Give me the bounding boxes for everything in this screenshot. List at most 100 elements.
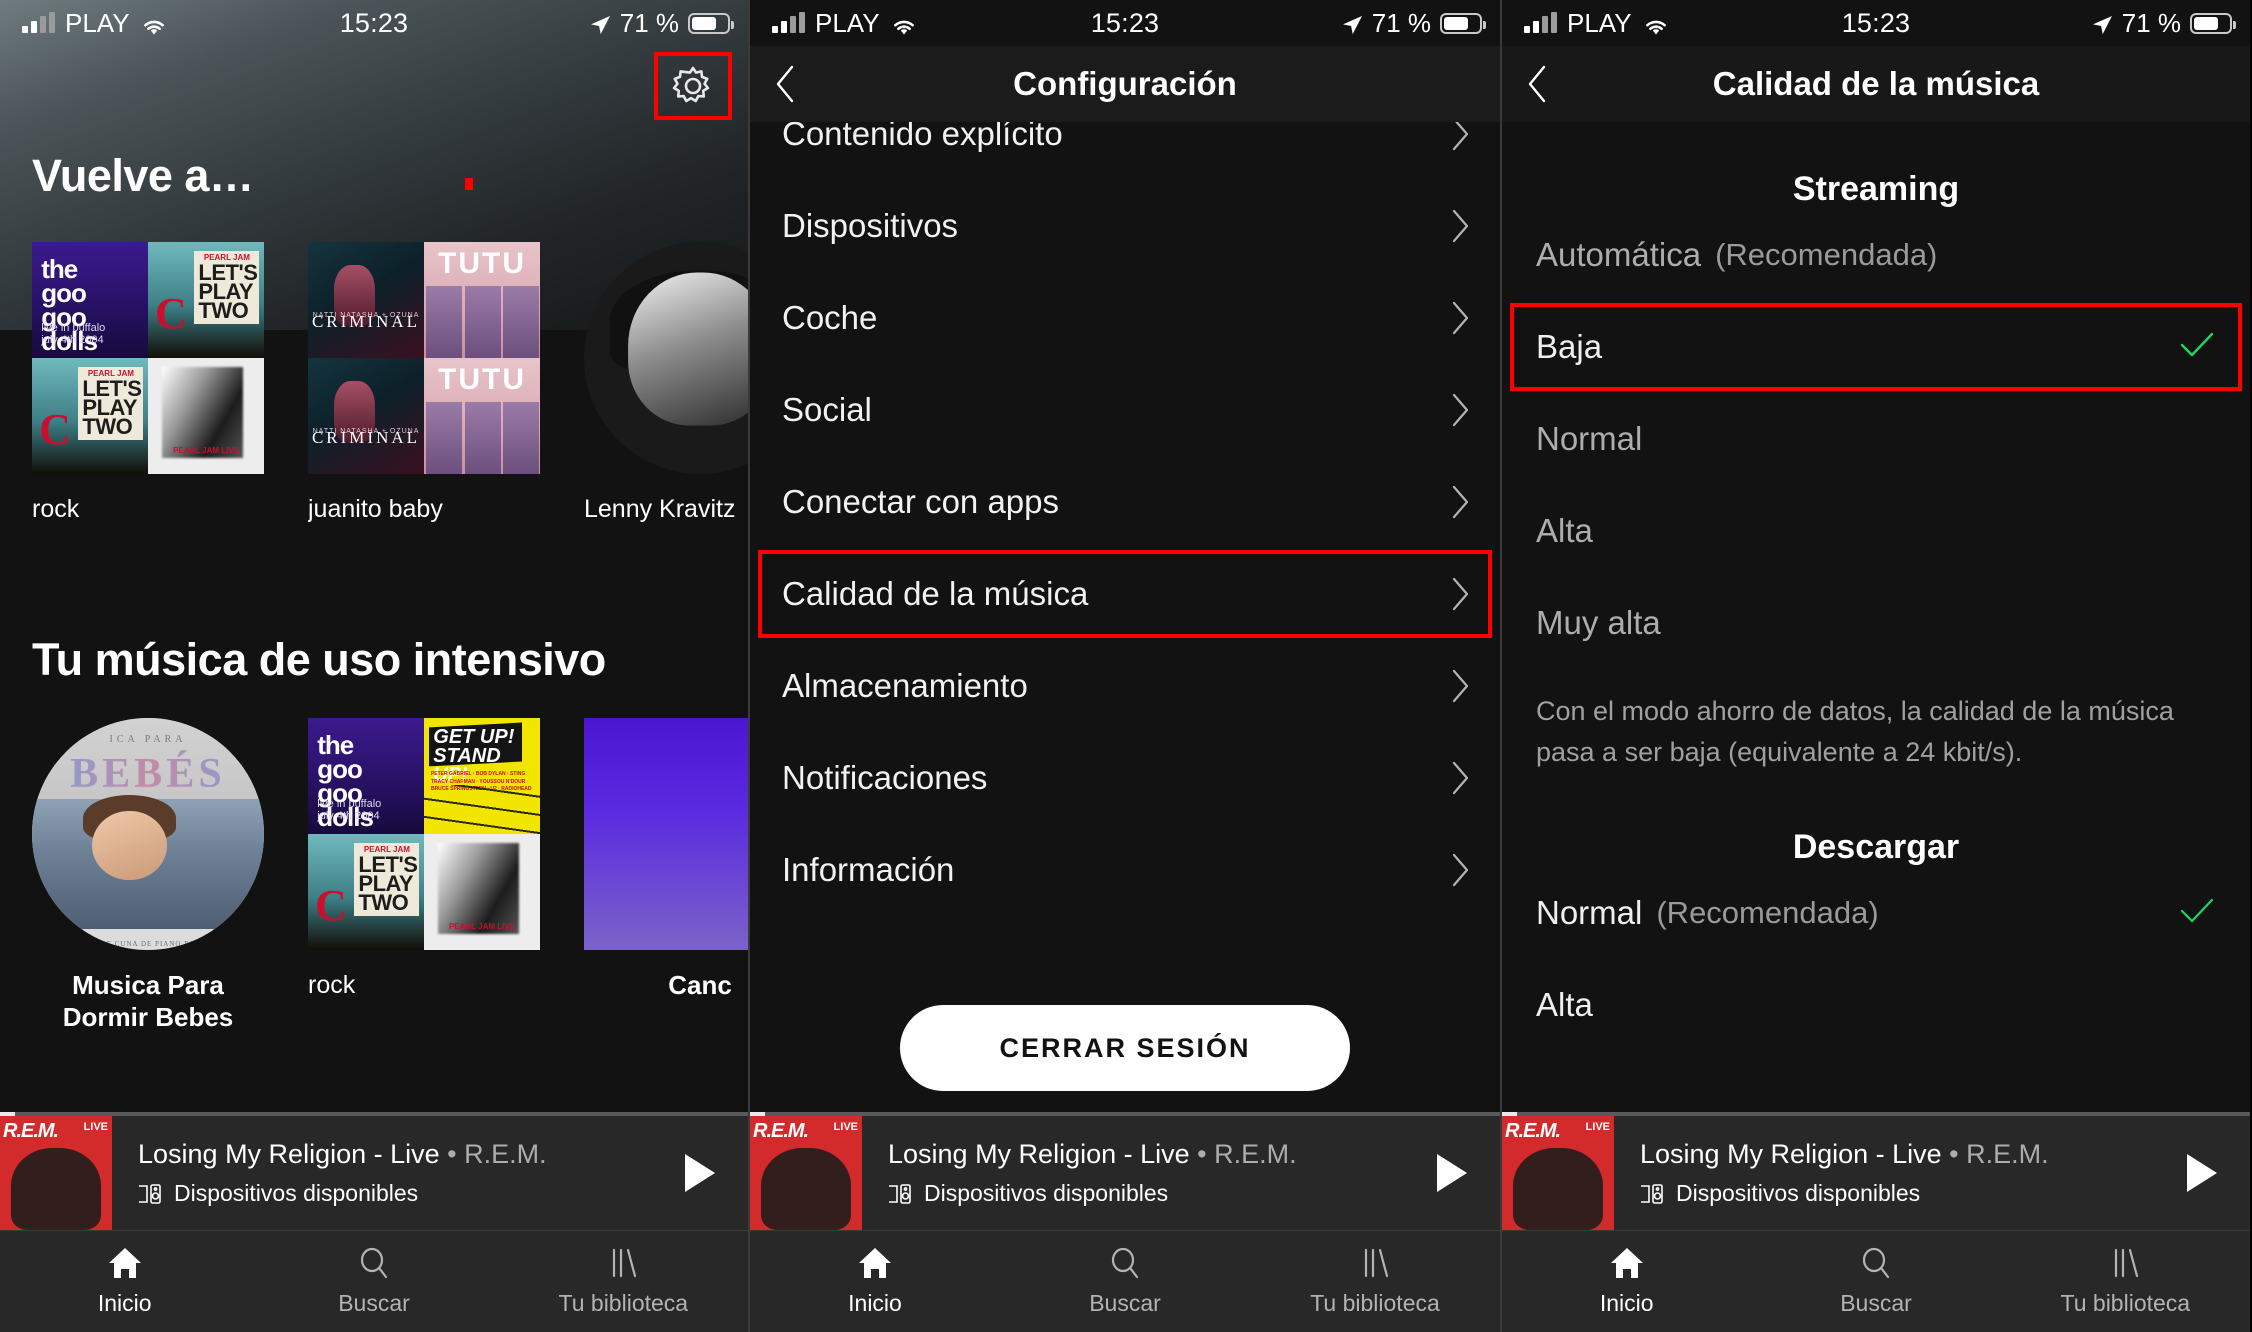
settings-item-label: Coche <box>782 299 878 336</box>
tab-label: Tu biblioteca <box>558 1290 689 1316</box>
gear-icon[interactable] <box>671 64 715 108</box>
now-playing-text: Losing My Religion - Live • R.E.M. Dispo… <box>1614 1139 2154 1207</box>
highlight-box-baja <box>1510 303 2242 391</box>
card-rock[interactable]: the goo goo dolls live in buffalo july 4th 20… <box>32 242 264 525</box>
card-juanito-baby[interactable]: NATTI NATASHA + OZUNA CRIMINAL TUTU NATTI… <box>308 242 540 525</box>
settings-item-almacenamiento[interactable]: Almacenamiento <box>750 640 1500 732</box>
back-button[interactable] <box>750 64 820 104</box>
track-separator: • <box>439 1139 465 1169</box>
playback-progress[interactable] <box>750 1112 1500 1116</box>
devices-available-row[interactable]: Dispositivos disponibles <box>1640 1180 2154 1207</box>
chevron-right-icon <box>1452 485 1469 519</box>
tab-label: Buscar <box>338 1290 410 1316</box>
option-automatica[interactable]: Automática (Recomendada) <box>1502 209 2250 301</box>
location-arrow-icon <box>589 12 611 35</box>
battery-icon <box>688 12 734 34</box>
now-playing-text: Losing My Religion - Live • R.E.M. Dispo… <box>112 1139 652 1207</box>
track-artist: R.E.M. <box>1214 1139 1297 1169</box>
playback-progress[interactable] <box>1502 1112 2250 1116</box>
status-right: 71 % <box>2091 8 2250 39</box>
now-playing-artwork: R.E.M. LIVE <box>750 1116 862 1230</box>
option-baja[interactable]: Baja <box>1502 301 2250 393</box>
library-icon <box>2115 1248 2139 1278</box>
option-normal-streaming[interactable]: Normal <box>1502 393 2250 485</box>
play-button[interactable] <box>652 1154 748 1192</box>
track-title: Losing My Religion - Live <box>1640 1139 1942 1169</box>
settings-item-label: Almacenamiento <box>782 667 1028 704</box>
chevron-right-icon <box>1452 301 1469 335</box>
card-canciones[interactable]: Canc <box>584 718 748 1033</box>
settings-item-informacion[interactable]: Información <box>750 824 1500 916</box>
tab-tu-biblioteca[interactable]: Tu biblioteca <box>499 1231 748 1332</box>
battery-icon <box>2190 12 2236 34</box>
track-artist: R.E.M. <box>1966 1139 2049 1169</box>
track-title: Losing My Religion - Live <box>138 1139 440 1169</box>
devices-available-label: Dispositivos disponibles <box>924 1180 1169 1206</box>
page-title: Calidad de la música <box>1712 65 2040 102</box>
devices-available-label: Dispositivos disponibles <box>174 1180 419 1206</box>
card-row-uso-intensivo: ICA PARA BEBÉS NES DE CUNA DE PIANO PARA … <box>0 718 748 1033</box>
bottom-tab-bar: Inicio Buscar Tu biblioteca <box>750 1230 1500 1332</box>
chevron-right-icon <box>1452 393 1469 427</box>
panel-settings: PLAY 15:23 71 % Configuración Contenido … <box>748 0 1500 1332</box>
option-alta-download[interactable]: Alta <box>1502 959 2250 1051</box>
settings-item-coche[interactable]: Coche <box>750 272 1500 364</box>
track-artist: R.E.M. <box>464 1139 547 1169</box>
option-muy-alta[interactable]: Muy alta <box>1502 577 2250 669</box>
option-label: Normal <box>1536 894 1643 931</box>
chevron-left-icon <box>776 65 794 103</box>
now-playing-artwork: R.E.M. LIVE <box>0 1116 112 1230</box>
option-label: Normal <box>1536 420 1643 457</box>
section-heading-descargar: Descargar <box>1792 828 1960 866</box>
play-button[interactable] <box>1404 1154 1500 1192</box>
chevron-right-icon <box>1452 209 1469 243</box>
settings-item-notificaciones[interactable]: Notificaciones <box>750 732 1500 824</box>
tab-tu-biblioteca[interactable]: Tu biblioteca <box>2001 1231 2250 1332</box>
settings-item-calidad-de-la-musica[interactable]: Calidad de la música <box>750 548 1500 640</box>
settings-gear-highlight[interactable] <box>654 52 732 120</box>
tab-buscar[interactable]: Buscar <box>249 1231 498 1332</box>
track-title: Losing My Religion - Live <box>888 1139 1190 1169</box>
connect-device-icon <box>1641 1183 1663 1204</box>
devices-available-row[interactable]: Dispositivos disponibles <box>138 1180 652 1207</box>
tab-tu-biblioteca[interactable]: Tu biblioteca <box>1250 1231 1500 1332</box>
tab-buscar[interactable]: Buscar <box>1751 1231 2000 1332</box>
status-bar: PLAY 15:23 71 % <box>750 0 1500 46</box>
card-lenny-kravitz[interactable]: Lenny Kravitz <box>584 242 748 525</box>
back-button[interactable] <box>1502 64 1572 104</box>
tab-inicio[interactable]: Inicio <box>750 1231 1000 1332</box>
settings-item-social[interactable]: Social <box>750 364 1500 456</box>
logout-button[interactable]: CERRAR SESIÓN <box>900 1005 1350 1091</box>
panel-home: Vuelve a… the goo goo dolls live in buffalo j… <box>0 0 748 1332</box>
tab-inicio[interactable]: Inicio <box>0 1231 249 1332</box>
devices-available-label: Dispositivos disponibles <box>1676 1180 1921 1206</box>
now-playing-bar[interactable]: R.E.M. LIVE Losing My Religion - Live • … <box>0 1112 748 1230</box>
now-playing-title-line: Losing My Religion - Live • R.E.M. <box>888 1139 1404 1170</box>
playback-progress[interactable] <box>0 1112 748 1116</box>
option-alta-streaming[interactable]: Alta <box>1502 485 2250 577</box>
tab-buscar[interactable]: Buscar <box>1000 1231 1250 1332</box>
option-normal-download[interactable]: Normal (Recomendada) <box>1502 867 2250 959</box>
status-bar: PLAY 15:23 71 % <box>0 0 748 46</box>
now-playing-bar[interactable]: R.E.M. LIVE Losing My Religion - Live • … <box>750 1112 1500 1230</box>
settings-item-conectar-con-apps[interactable]: Conectar con apps <box>750 456 1500 548</box>
card-rock-2[interactable]: the goo goo dolls live in buffalo july 4th 20… <box>308 718 540 1033</box>
album-art-rock-2: the goo goo dolls live in buffalo july 4th 20… <box>308 718 540 950</box>
card-label: juanito baby <box>308 495 443 523</box>
artwork-title: R.E.M. <box>3 1120 59 1142</box>
now-playing-bar[interactable]: R.E.M. LIVE Losing My Religion - Live • … <box>1502 1112 2250 1230</box>
artwork-badge: LIVE <box>1585 1121 1610 1133</box>
battery-percent-label: 71 % <box>2121 7 2181 38</box>
play-button[interactable] <box>2154 1154 2250 1192</box>
option-label: Automática <box>1536 236 1702 273</box>
devices-available-row[interactable]: Dispositivos disponibles <box>888 1180 1404 1207</box>
tab-inicio[interactable]: Inicio <box>1502 1231 1751 1332</box>
card-musica-para-dormir-bebes[interactable]: ICA PARA BEBÉS NES DE CUNA DE PIANO PARA … <box>32 718 264 1033</box>
option-recommended-tag: (Recomendada) <box>1656 895 1879 930</box>
search-icon <box>1862 1247 1890 1279</box>
settings-item-dispositivos[interactable]: Dispositivos <box>750 180 1500 272</box>
data-saver-note: Con el modo ahorro de datos, la calidad … <box>1536 696 2174 767</box>
card-label: Lenny Kravitz <box>584 495 736 523</box>
option-label: Alta <box>1536 512 1593 549</box>
now-playing-text: Losing My Religion - Live • R.E.M. Dispo… <box>862 1139 1404 1207</box>
